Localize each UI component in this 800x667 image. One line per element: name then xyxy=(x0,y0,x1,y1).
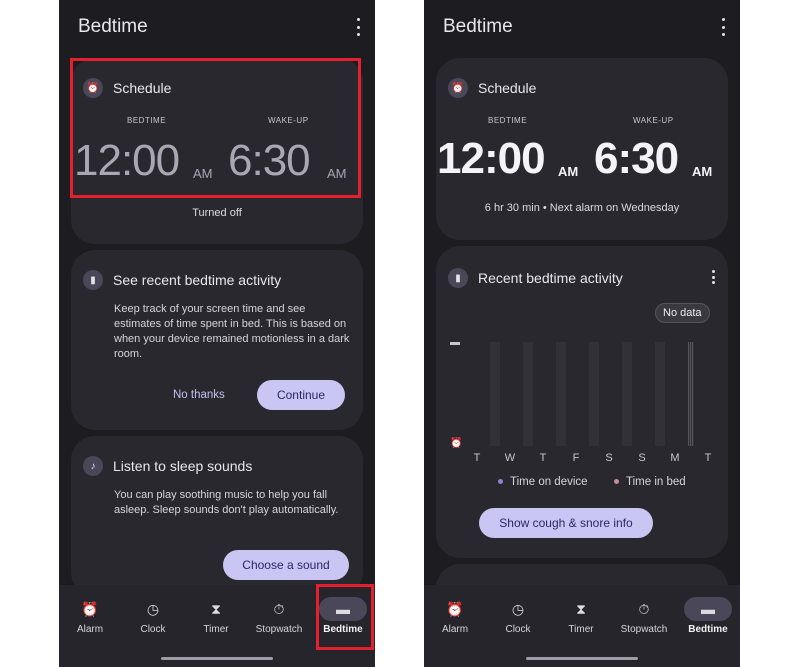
activity-description: Keep track of your screen time and see e… xyxy=(114,303,350,360)
nav-timer[interactable]: ⧗ Timer xyxy=(186,597,246,635)
clock-icon: ◷ xyxy=(511,601,525,617)
alarm-icon: ⏰ xyxy=(81,601,99,617)
nav-label-stopwatch: Stopwatch xyxy=(255,624,303,635)
nav-label-clock: Clock xyxy=(140,624,166,635)
home-indicator[interactable] xyxy=(526,657,638,660)
stopwatch-icon: ⏱ xyxy=(273,601,285,617)
sleep-sounds-title: Listen to sleep sounds xyxy=(113,458,253,474)
phone-screen-right: Bedtime ⏰ Schedule BEDTIME WAKE-UP 12:00… xyxy=(424,0,740,667)
nav-clock[interactable]: ◷ Clock xyxy=(123,597,183,635)
legend-bed-label: Time in bed xyxy=(626,476,686,488)
nav-timer[interactable]: ⧗ Timer xyxy=(551,597,611,635)
no-thanks-button[interactable]: No thanks xyxy=(173,389,225,401)
app-bar: Bedtime xyxy=(424,0,740,56)
nav-label-timer: Timer xyxy=(568,624,594,635)
nav-stopwatch[interactable]: ⏱ Stopwatch xyxy=(614,597,674,635)
day-label: S xyxy=(638,452,646,464)
schedule-highlight-box xyxy=(70,58,361,198)
sleep-sounds-description: You can play soothing music to help you … xyxy=(114,489,339,516)
hourglass-icon: ⧗ xyxy=(211,601,221,617)
home-indicator[interactable] xyxy=(161,657,273,660)
bedtime-tab-highlight-box xyxy=(316,584,374,650)
nav-stopwatch[interactable]: ⏱ Stopwatch xyxy=(249,597,309,635)
day-label: T xyxy=(473,452,481,464)
alarm-icon: ⏰ xyxy=(446,601,464,617)
day-label: T xyxy=(704,452,712,464)
nav-bedtime[interactable]: ▬ Bedtime xyxy=(678,597,738,635)
day-bar xyxy=(523,342,533,446)
day-label: W xyxy=(504,452,516,464)
bedtime-label: BEDTIME xyxy=(488,116,528,125)
bedtime-ampm: AM xyxy=(558,164,579,179)
recent-activity-card: ▮ Recent bedtime activity No data ▬ ⏰ T … xyxy=(436,246,728,558)
sleep-sounds-icon: ♪ xyxy=(83,456,103,476)
continue-button[interactable]: Continue xyxy=(257,380,345,410)
nav-label-bedtime: Bedtime xyxy=(688,624,728,635)
nav-alarm[interactable]: ⏰ Alarm xyxy=(60,597,120,635)
hourglass-icon: ⧗ xyxy=(576,601,586,617)
activity-title: See recent bedtime activity xyxy=(113,272,282,288)
bottom-navigation: ⏰ Alarm ◷ Clock ⧗ Timer ⏱ Stopwatch ▬ Be… xyxy=(424,585,740,667)
day-bar xyxy=(556,342,566,446)
wakeup-label: WAKE-UP xyxy=(633,116,674,125)
device-dot-icon xyxy=(498,479,503,485)
clock-icon: ◷ xyxy=(146,601,160,617)
stopwatch-icon: ⏱ xyxy=(638,601,650,617)
bar-chart-icon: ▮ xyxy=(83,270,103,290)
bedtime-time[interactable]: 12:00 xyxy=(437,134,546,184)
page-title: Bedtime xyxy=(443,16,513,37)
nav-label-alarm: Alarm xyxy=(441,624,469,635)
nav-label-stopwatch: Stopwatch xyxy=(620,624,668,635)
bar-chart-icon: ▮ xyxy=(448,268,468,288)
day-bar xyxy=(622,342,632,446)
recent-activity-title: Recent bedtime activity xyxy=(478,270,623,286)
legend-time-in-bed: Time in bed xyxy=(614,476,686,488)
legend-time-on-device: Time on device xyxy=(498,476,588,488)
more-options-icon[interactable] xyxy=(720,18,726,36)
day-bar xyxy=(655,342,665,446)
nav-label-timer: Timer xyxy=(203,624,229,635)
nav-alarm[interactable]: ⏰ Alarm xyxy=(425,597,485,635)
schedule-icon: ⏰ xyxy=(448,78,468,98)
app-bar: Bedtime xyxy=(59,0,375,56)
schedule-title: Schedule xyxy=(478,80,537,96)
legend-device-label: Time on device xyxy=(510,476,588,488)
no-data-tooltip: No data xyxy=(655,303,710,323)
page-title: Bedtime xyxy=(78,16,148,37)
show-cough-snore-button[interactable]: Show cough & snore info xyxy=(479,508,653,538)
bed-icon: ▬ xyxy=(684,597,732,621)
bed-axis-icon: ▬ xyxy=(450,337,460,348)
nav-clock[interactable]: ◷ Clock xyxy=(488,597,548,635)
day-label: T xyxy=(539,452,547,464)
nav-label-clock: Clock xyxy=(505,624,531,635)
bedtime-activity-card: ▮ See recent bedtime activity Keep track… xyxy=(71,250,363,430)
alarm-axis-icon: ⏰ xyxy=(450,438,463,449)
day-label: S xyxy=(605,452,613,464)
day-bar xyxy=(490,342,500,446)
wakeup-ampm: AM xyxy=(692,164,713,179)
nav-label-alarm: Alarm xyxy=(76,624,104,635)
schedule-card[interactable]: ⏰ Schedule BEDTIME WAKE-UP 12:00 AM 6:30… xyxy=(436,58,728,240)
bed-dot-icon xyxy=(614,479,619,485)
day-label: F xyxy=(572,452,580,464)
day-label: M xyxy=(670,452,680,464)
day-bar xyxy=(589,342,599,446)
sleep-sounds-card: ♪ Listen to sleep sounds You can play so… xyxy=(71,436,363,596)
schedule-status: Turned off xyxy=(192,207,242,219)
day-bar-selected xyxy=(688,342,694,446)
schedule-status: 6 hr 30 min • Next alarm on Wednesday xyxy=(484,202,680,214)
choose-sound-button[interactable]: Choose a sound xyxy=(223,550,349,580)
more-options-icon[interactable] xyxy=(710,270,716,284)
wakeup-time[interactable]: 6:30 xyxy=(594,134,679,184)
more-options-icon[interactable] xyxy=(355,18,361,36)
